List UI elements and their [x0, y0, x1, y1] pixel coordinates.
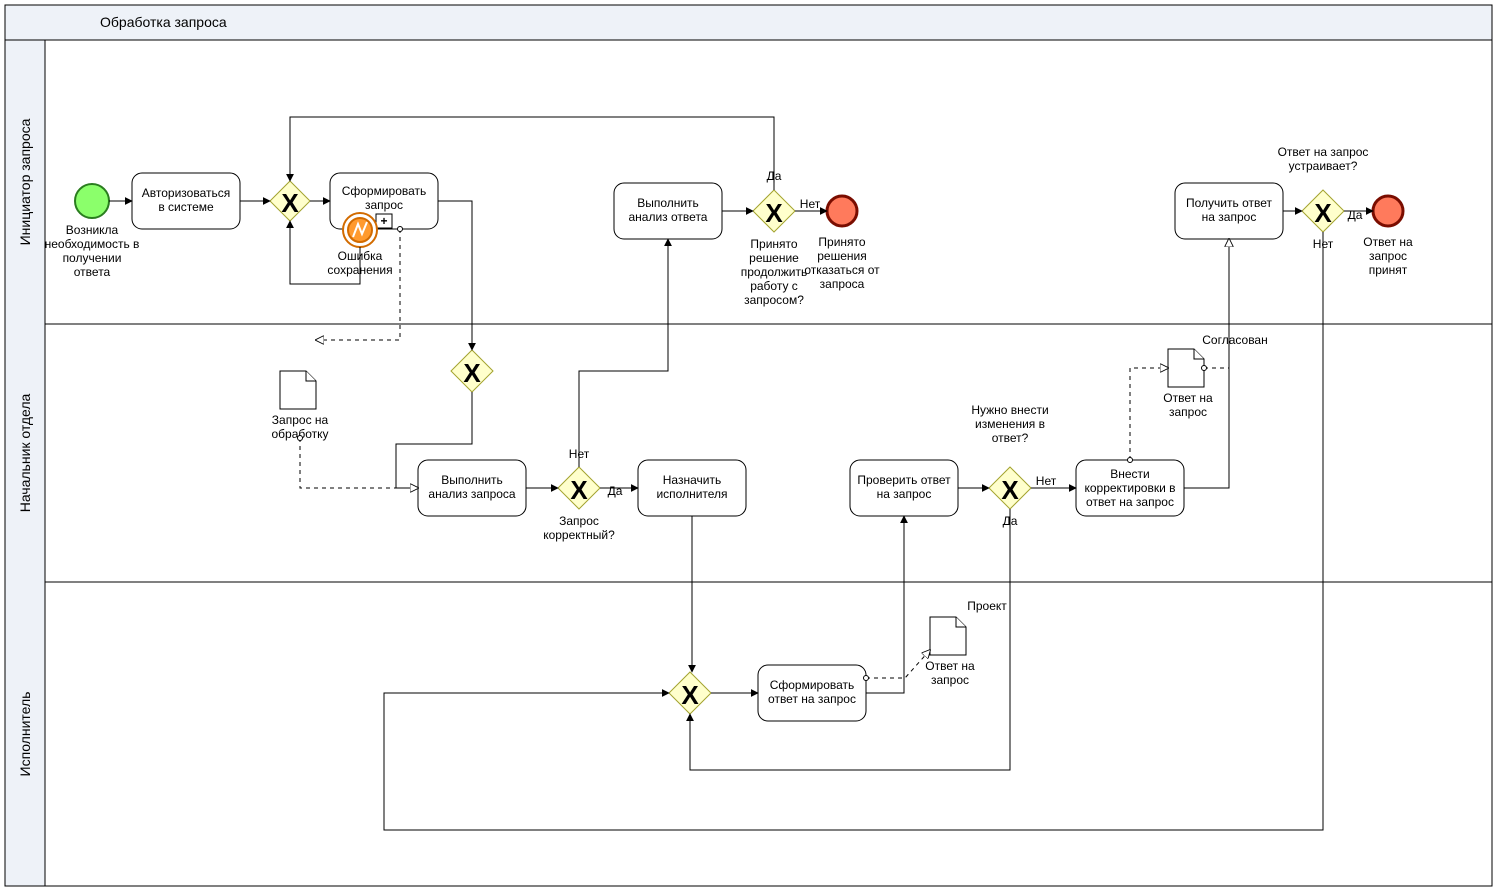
- svg-text:продолжить: продолжить: [741, 265, 807, 279]
- svg-text:в системе: в системе: [158, 200, 214, 214]
- svg-text:принят: принят: [1369, 263, 1408, 277]
- svg-text:запрос: запрос: [1169, 405, 1207, 419]
- svg-text:Да: Да: [608, 484, 623, 498]
- svg-text:Да: Да: [1348, 208, 1363, 222]
- svg-text:Нужно внести: Нужно внести: [971, 403, 1048, 417]
- svg-text:X: X: [570, 475, 588, 505]
- start-event-label-l1: Возникла: [66, 223, 119, 237]
- svg-text:отказаться от: отказаться от: [804, 263, 880, 277]
- svg-text:Авторизоваться: Авторизоваться: [142, 186, 230, 200]
- svg-text:Сформировать: Сформировать: [770, 678, 855, 692]
- lane-head-title: Начальник отдела: [17, 394, 33, 513]
- svg-text:Ответ на запрос: Ответ на запрос: [1278, 145, 1369, 159]
- svg-text:Проект: Проект: [967, 599, 1007, 613]
- data-object-approved: [1168, 349, 1204, 387]
- end-event-accepted: [1373, 196, 1403, 226]
- svg-text:Запрос: Запрос: [559, 514, 599, 528]
- svg-text:запрос: запрос: [931, 673, 969, 687]
- error-boundary-event: [343, 213, 377, 247]
- svg-text:решение: решение: [749, 251, 799, 265]
- svg-text:Сформировать: Сформировать: [342, 184, 427, 198]
- svg-text:запрос: запрос: [1369, 249, 1407, 263]
- pool-title: Обработка запроса: [100, 14, 227, 30]
- svg-text:запросом?: запросом?: [744, 293, 804, 307]
- svg-text:Ответ на: Ответ на: [925, 659, 975, 673]
- svg-text:Проверить ответ: Проверить ответ: [857, 473, 951, 487]
- svg-text:X: X: [681, 680, 699, 710]
- svg-text:анализ запроса: анализ запроса: [428, 487, 516, 501]
- svg-text:корректировки в: корректировки в: [1084, 481, 1175, 495]
- svg-text:Запрос на: Запрос на: [272, 413, 329, 427]
- svg-text:корректный?: корректный?: [543, 528, 615, 542]
- svg-text:+: +: [380, 214, 387, 228]
- svg-text:Выполнить: Выполнить: [637, 196, 699, 210]
- svg-text:X: X: [1314, 198, 1332, 228]
- svg-text:запрос: запрос: [365, 198, 403, 212]
- end-event-refuse: [827, 196, 857, 226]
- lane-performer-title: Исполнитель: [17, 692, 33, 777]
- lane-performer: [45, 582, 1492, 886]
- start-event-label-l4: ответа: [74, 265, 111, 279]
- svg-text:анализ ответа: анализ ответа: [629, 210, 708, 224]
- start-event-label-l3: получении: [63, 251, 122, 265]
- svg-text:ответ на запрос: ответ на запрос: [1086, 495, 1174, 509]
- svg-text:X: X: [1001, 475, 1019, 505]
- svg-text:Выполнить: Выполнить: [441, 473, 503, 487]
- svg-text:X: X: [463, 358, 481, 388]
- svg-text:ответ?: ответ?: [992, 431, 1029, 445]
- svg-text:Принято: Принято: [750, 237, 797, 251]
- svg-text:X: X: [765, 198, 783, 228]
- start-event-label-l2: необходимость в: [45, 237, 140, 251]
- svg-text:на запрос: на запрос: [1202, 210, 1257, 224]
- svg-text:Назначить: Назначить: [663, 473, 721, 487]
- svg-text:Нет: Нет: [800, 197, 821, 211]
- start-event: [75, 184, 109, 218]
- svg-text:изменения в: изменения в: [975, 417, 1045, 431]
- svg-text:X: X: [281, 188, 299, 218]
- svg-text:на запрос: на запрос: [877, 487, 932, 501]
- svg-text:Нет: Нет: [1036, 474, 1057, 488]
- svg-text:решения: решения: [817, 249, 866, 263]
- svg-text:запроса: запроса: [820, 277, 865, 291]
- data-object-request: [280, 371, 316, 409]
- svg-text:Получить ответ: Получить ответ: [1186, 196, 1272, 210]
- lane-head: [45, 324, 1492, 582]
- svg-text:Ответ на: Ответ на: [1163, 391, 1213, 405]
- svg-text:Ответ на: Ответ на: [1363, 235, 1413, 249]
- svg-text:работу с: работу с: [750, 279, 798, 293]
- svg-text:устраивает?: устраивает?: [1289, 159, 1358, 173]
- bpmn-diagram: Обработка запроса Инициатор запроса Нача…: [0, 0, 1497, 891]
- svg-text:исполнителя: исполнителя: [656, 487, 727, 501]
- svg-text:Согласован: Согласован: [1202, 333, 1267, 347]
- pool-header: [5, 5, 1492, 40]
- svg-text:Внести: Внести: [1110, 467, 1150, 481]
- svg-text:ответ на запрос: ответ на запрос: [768, 692, 856, 706]
- svg-text:Принято: Принято: [818, 235, 865, 249]
- data-object-draft: [930, 617, 966, 655]
- lane-initiator-title: Инициатор запроса: [17, 118, 33, 245]
